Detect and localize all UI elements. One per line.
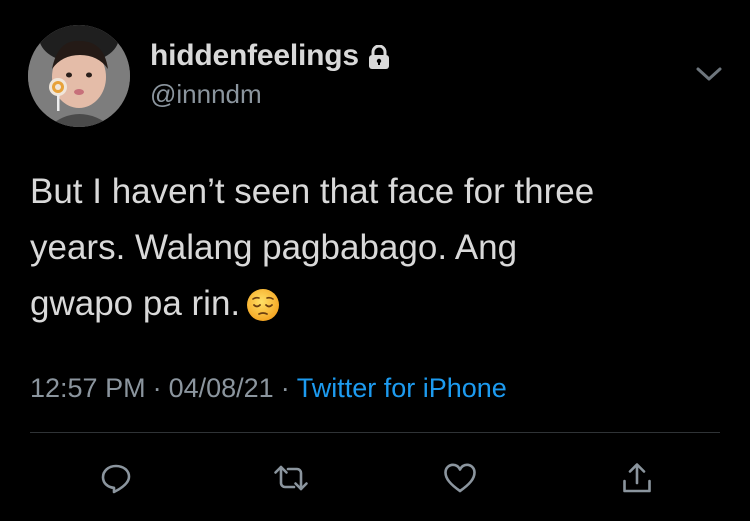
divider (30, 432, 720, 433)
tweet: hiddenfeelings @innndm But I haven’t see… (0, 0, 750, 521)
avatar[interactable] (28, 25, 130, 127)
share-button[interactable] (617, 458, 657, 498)
meta-separator: · (152, 373, 162, 403)
tweet-text-line: gwapo pa rin. (30, 284, 241, 323)
retweet-button[interactable] (271, 458, 311, 498)
heart-icon (443, 462, 477, 494)
tweet-text-line: years. Walang pagbabago. Ang (30, 228, 518, 267)
user-handle[interactable]: @innndm (150, 79, 262, 110)
display-name-row: hiddenfeelings (150, 38, 390, 74)
chevron-down-icon[interactable] (693, 62, 725, 86)
retweet-icon (273, 461, 309, 495)
reply-button[interactable] (96, 458, 136, 498)
tweet-source-link[interactable]: Twitter for iPhone (297, 373, 507, 403)
tweet-text: But I haven’t seen that face for three y… (30, 164, 720, 339)
lock-icon (368, 45, 390, 69)
tweet-date[interactable]: 04/08/21 (169, 373, 274, 403)
tweet-text-line-last: gwapo pa rin. (30, 276, 720, 339)
share-icon (620, 461, 654, 495)
tweet-time[interactable]: 12:57 PM (30, 373, 146, 403)
reply-icon (99, 461, 133, 495)
tweet-text-line: But I haven’t seen that face for three (30, 172, 595, 211)
pensive-face-emoji (246, 283, 280, 339)
display-name[interactable]: hiddenfeelings (150, 39, 359, 73)
like-button[interactable] (440, 458, 480, 498)
tweet-meta: 12:57 PM · 04/08/21 · Twitter for iPhone (30, 373, 507, 404)
meta-separator: · (280, 373, 290, 403)
